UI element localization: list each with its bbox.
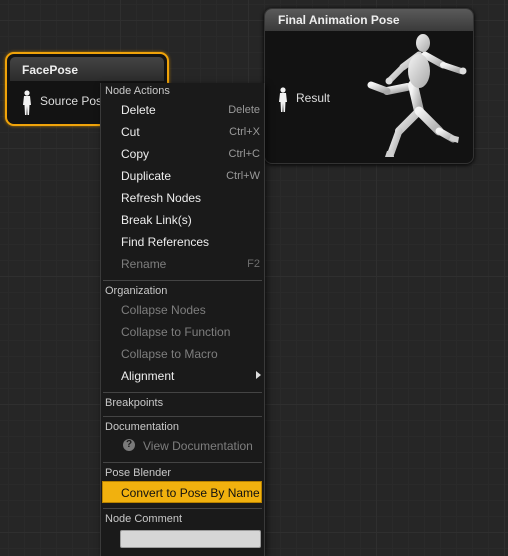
menu-item-collapse-to-macro[interactable]: Collapse to Macro <box>101 343 264 365</box>
source-pose-pin-label: Source Pose <box>40 94 109 108</box>
pose-pin-icon[interactable] <box>21 90 33 121</box>
menu-item-alignment[interactable]: Alignment <box>101 365 264 387</box>
menu-item-break-links[interactable]: Break Link(s) <box>101 209 264 231</box>
context-menu: Node Actions Delete Delete Cut Ctrl+X Co… <box>100 83 265 556</box>
menu-item-find-references[interactable]: Find References <box>101 231 264 253</box>
result-pin-label: Result <box>296 91 331 105</box>
menu-item-view-documentation[interactable]: ? View Documentation <box>101 435 264 457</box>
facepose-node-title: FacePose <box>10 57 164 81</box>
question-circle-icon: ? <box>123 439 135 451</box>
section-header-node-actions: Node Actions <box>105 85 170 97</box>
final-pose-node-title: Final Animation Pose <box>265 9 473 31</box>
final-animation-pose-node[interactable]: Final Animation Pose Result <box>264 8 474 164</box>
menu-item-collapse-nodes[interactable]: Collapse Nodes <box>101 299 264 321</box>
node-comment-input[interactable] <box>120 530 261 548</box>
menu-separator <box>103 280 262 281</box>
running-mannequin-icon <box>363 33 471 164</box>
menu-item-rename[interactable]: Rename F2 <box>101 253 264 275</box>
menu-item-delete[interactable]: Delete Delete <box>101 99 264 121</box>
result-pin-icon[interactable] <box>277 87 289 118</box>
menu-separator <box>103 392 262 393</box>
chevron-right-icon <box>256 371 261 379</box>
section-header-organization: Organization <box>105 285 168 297</box>
menu-item-duplicate[interactable]: Duplicate Ctrl+W <box>101 165 264 187</box>
menu-item-refresh-nodes[interactable]: Refresh Nodes <box>101 187 264 209</box>
menu-separator <box>103 508 262 509</box>
menu-item-convert-to-pose-by-name[interactable]: Convert to Pose By Name <box>102 481 262 503</box>
menu-separator <box>103 416 262 417</box>
menu-item-cut[interactable]: Cut Ctrl+X <box>101 121 264 143</box>
section-header-documentation: Documentation <box>105 421 179 433</box>
menu-separator <box>103 462 262 463</box>
section-header-node-comment: Node Comment <box>105 513 183 525</box>
section-header-pose-blender: Pose Blender <box>105 467 172 479</box>
menu-item-copy[interactable]: Copy Ctrl+C <box>101 143 264 165</box>
menu-item-collapse-to-function[interactable]: Collapse to Function <box>101 321 264 343</box>
section-header-breakpoints: Breakpoints <box>105 397 164 409</box>
